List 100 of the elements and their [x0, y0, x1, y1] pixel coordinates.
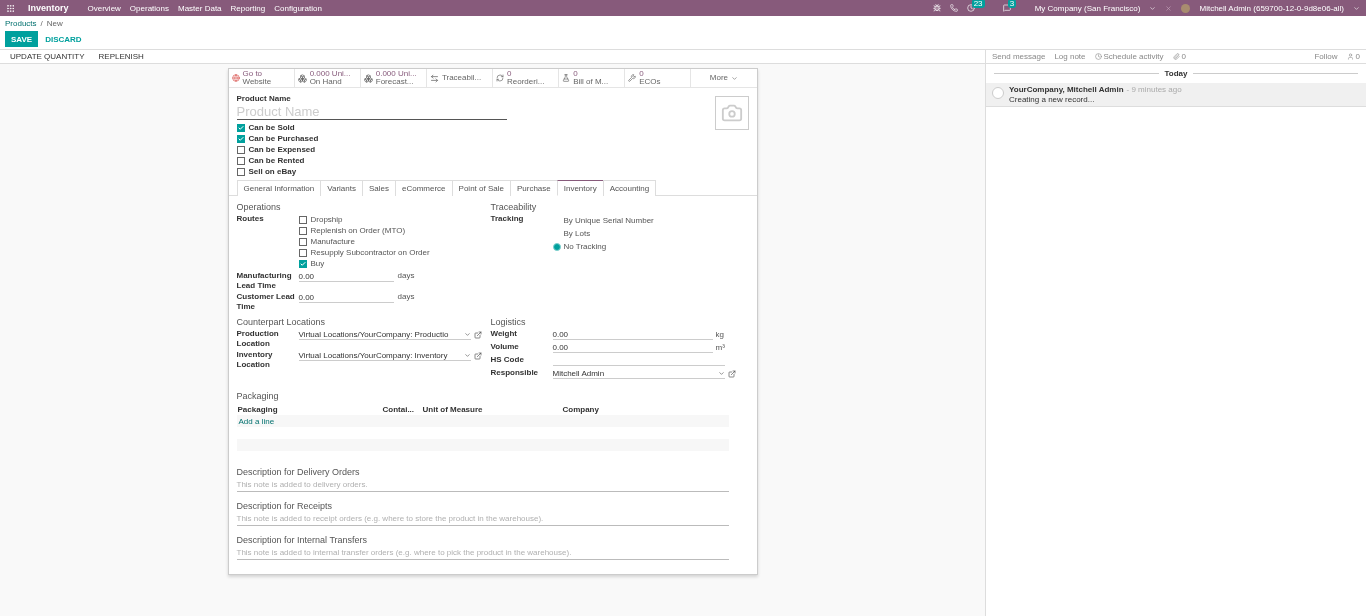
- field-label: Routes: [236, 214, 265, 224]
- menu-item[interactable]: Reporting: [230, 3, 266, 13]
- tab[interactable]: Purchase: [509, 180, 558, 196]
- radio-label[interactable]: By Unique Serial Number: [563, 216, 654, 225]
- checkbox[interactable]: [298, 248, 307, 257]
- notification-count: 3: [1007, 0, 1017, 8]
- breadcrumb-link[interactable]: Products: [5, 19, 37, 28]
- caret-icon: [463, 351, 471, 359]
- checkbox-label: Sell on eBay: [248, 167, 297, 176]
- tab[interactable]: eCommerce: [395, 180, 453, 196]
- tab[interactable]: Point of Sale: [451, 180, 511, 196]
- column-header[interactable]: Company: [561, 404, 729, 414]
- tab[interactable]: Accounting: [602, 180, 657, 196]
- unit-label: days: [397, 271, 415, 282]
- checkbox-label: Replenish on Order (MTO): [310, 226, 406, 235]
- follow-button[interactable]: Follow: [1314, 52, 1338, 61]
- number-field[interactable]: 0.00: [298, 292, 394, 303]
- flask-icon: [562, 74, 571, 82]
- schedule-activity-button[interactable]: Schedule activity: [1094, 52, 1164, 61]
- checkbox-label: Can be Sold: [248, 123, 295, 132]
- log-note-button[interactable]: Log note: [1054, 52, 1086, 61]
- checkbox-label: Buy: [310, 259, 325, 268]
- number-field[interactable]: 0.00: [298, 271, 394, 282]
- column-header[interactable]: Packaging: [236, 404, 382, 414]
- attachments-button[interactable]: 0: [1172, 52, 1186, 61]
- field-label: Manufacturing Lead Time: [236, 271, 293, 290]
- section-title: Counterpart Locations: [236, 317, 327, 327]
- phone-icon: [949, 4, 958, 12]
- company-switcher[interactable]: My Company (San Francisco): [1034, 3, 1141, 13]
- user-menu[interactable]: Mitchell Admin (659700-12-0-9d8e06-all): [1199, 3, 1344, 13]
- field-label: HS Code: [490, 355, 525, 365]
- user-field[interactable]: Mitchell Admin: [552, 368, 725, 379]
- tab[interactable]: Sales: [361, 180, 396, 196]
- smart-button[interactable]: 0 Reorderi...: [493, 69, 560, 87]
- arrows-icon: [429, 73, 439, 83]
- refresh-icon: [496, 74, 504, 82]
- field-label: Responsible: [490, 368, 540, 378]
- section-title: Traceability: [490, 202, 538, 212]
- column-header[interactable]: Contai...: [381, 404, 422, 414]
- field-label: Inventory Location: [236, 350, 274, 369]
- checkbox[interactable]: [236, 167, 245, 176]
- radio-label[interactable]: No Tracking: [563, 242, 607, 251]
- field-label: Weight: [490, 329, 518, 339]
- checkbox[interactable]: [236, 156, 245, 165]
- unit-label: m³: [715, 343, 725, 352]
- unit-label: kg: [715, 330, 724, 339]
- radio-button[interactable]: [552, 242, 561, 251]
- checkbox[interactable]: [236, 134, 245, 143]
- checkbox[interactable]: [298, 215, 307, 224]
- field-label: Customer Lead Time: [236, 292, 296, 311]
- checkbox-label: Resupply Subcontractor on Order: [310, 248, 430, 257]
- checkbox[interactable]: [236, 145, 245, 154]
- menu-item[interactable]: Master Data: [178, 3, 222, 13]
- tab[interactable]: Inventory: [556, 180, 604, 196]
- section-title: Packaging: [236, 391, 280, 401]
- section-title: Operations: [236, 202, 282, 212]
- tab[interactable]: General Information: [236, 180, 322, 196]
- header-button[interactable]: UPDATE QUANTITY: [6, 52, 89, 61]
- location-field[interactable]: Virtual Locations/YourCompany: Productio: [298, 329, 471, 340]
- smart-button[interactable]: 0.000 Uni... On Hand: [294, 69, 361, 87]
- followers-button[interactable]: 0: [1346, 52, 1360, 61]
- smart-button[interactable]: 0 Bill of M...: [559, 69, 626, 87]
- menu-item[interactable]: Overview: [87, 3, 121, 13]
- menu-item[interactable]: Configuration: [274, 3, 322, 13]
- location-field[interactable]: Virtual Locations/YourCompany: Inventory: [298, 350, 471, 361]
- number-field[interactable]: 0.00: [552, 329, 713, 340]
- breadcrumb-current: New: [46, 19, 63, 28]
- checkbox[interactable]: [236, 123, 245, 132]
- smart-button[interactable]: More: [691, 69, 757, 87]
- smart-button[interactable]: Traceabil...: [426, 69, 493, 87]
- checkbox[interactable]: [298, 259, 307, 268]
- smart-button[interactable]: 0 ECOs: [625, 69, 692, 87]
- smart-button[interactable]: 0.000 Uni... Forecast...: [360, 69, 427, 87]
- menu-item[interactable]: Operations: [129, 3, 169, 13]
- field-label: Volume: [490, 342, 520, 352]
- user-icon: [1346, 53, 1354, 60]
- send-message-button[interactable]: Send message: [992, 52, 1046, 61]
- checkbox[interactable]: [298, 237, 307, 246]
- column-header[interactable]: Unit of Measure: [421, 404, 562, 414]
- date-divider: Today: [1164, 69, 1188, 78]
- caret-icon: [463, 330, 471, 338]
- section-title: Description for Internal Transfers: [236, 535, 369, 545]
- checkbox[interactable]: [298, 226, 307, 235]
- discard-button[interactable]: DISCARD: [40, 31, 87, 47]
- notification-count: 23: [971, 0, 985, 8]
- app-title[interactable]: Inventory: [28, 3, 69, 13]
- boxes-icon: [297, 73, 307, 83]
- radio-label[interactable]: By Lots: [563, 229, 591, 238]
- add-line-link[interactable]: Add a line: [238, 416, 275, 426]
- boxes-icon: [363, 73, 373, 83]
- external-link-icon: [727, 369, 736, 378]
- smart-button[interactable]: Go to Website: [228, 69, 295, 87]
- caret-icon: [1353, 4, 1360, 12]
- message-body: Creating a new record...: [1009, 95, 1096, 104]
- tab[interactable]: Variants: [320, 180, 363, 196]
- number-field[interactable]: 0.00: [552, 342, 713, 353]
- header-button[interactable]: REPLENISH: [94, 52, 148, 61]
- field-label: Tracking: [490, 214, 525, 224]
- section-title: Description for Delivery Orders: [236, 467, 361, 477]
- external-link-icon: [473, 330, 482, 339]
